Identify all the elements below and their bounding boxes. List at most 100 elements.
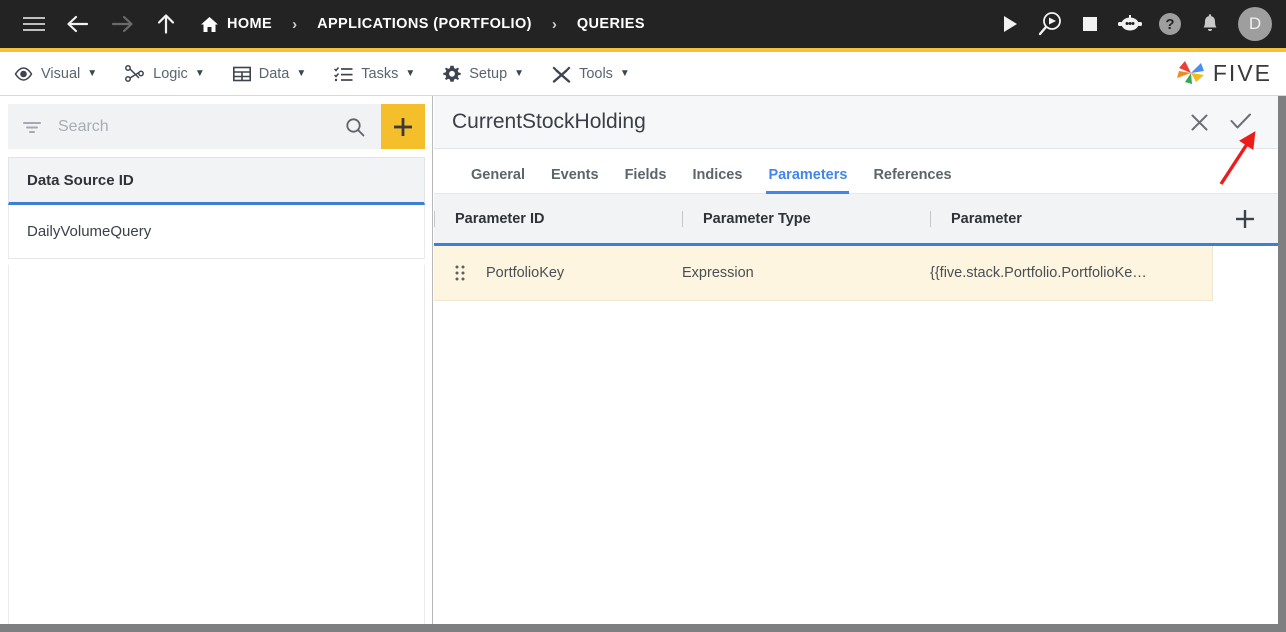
data-source-column-header[interactable]: Data Source ID: [8, 157, 425, 205]
tab-general[interactable]: General: [458, 167, 538, 193]
menu-label-tasks: Tasks: [361, 65, 399, 82]
home-icon: [200, 16, 219, 33]
play-icon[interactable]: [990, 0, 1030, 48]
row-tail-spacer: [1212, 245, 1278, 301]
table-row[interactable]: PortfolioKey Expression {{five.stack.Por…: [434, 245, 1278, 301]
tab-label-events: Events: [551, 167, 599, 183]
menu-label-setup: Setup: [469, 65, 508, 82]
data-source-table: Data Source ID DailyVolumeQuery: [8, 157, 425, 259]
menu-item-tools[interactable]: Tools ▼: [538, 52, 644, 96]
data-source-name: DailyVolumeQuery: [27, 223, 152, 240]
hamburger-menu-icon[interactable]: [12, 0, 56, 48]
tab-label-parameters: Parameters: [768, 167, 848, 183]
chevron-down-icon: ▼: [514, 68, 525, 79]
five-logo: FIVE: [1174, 59, 1272, 89]
five-pinwheel-icon: [1176, 60, 1204, 84]
robot-icon[interactable]: [1110, 0, 1150, 48]
breadcrumb-item-applications[interactable]: APPLICATIONS (PORTFOLIO): [317, 16, 532, 32]
breadcrumb-item-home[interactable]: HOME: [200, 16, 272, 33]
column-header-parameter[interactable]: Parameter: [930, 193, 1212, 245]
editor-header: CurrentStockHolding: [434, 96, 1278, 149]
search-box[interactable]: [8, 104, 381, 149]
filter-icon[interactable]: [22, 120, 42, 134]
horizontal-scrollbar[interactable]: [0, 624, 1286, 632]
drag-handle-icon[interactable]: [434, 264, 486, 282]
forward-arrow-icon[interactable]: [100, 0, 144, 48]
logic-flow-icon: [125, 65, 145, 82]
chevron-down-icon: ▼: [194, 68, 205, 79]
breadcrumb-label-home: HOME: [227, 16, 273, 32]
column-divider[interactable]: [434, 210, 435, 227]
sidebar-search-row: [8, 104, 425, 149]
list-item[interactable]: DailyVolumeQuery: [8, 205, 425, 259]
chevron-down-icon: ▼: [296, 68, 307, 79]
breadcrumb-item-queries[interactable]: QUERIES: [577, 16, 645, 32]
tools-wrench-screwdriver-icon: [552, 65, 571, 83]
table-grid-icon: [232, 66, 251, 82]
column-label-parameter: Parameter: [951, 210, 1022, 227]
add-parameter-button[interactable]: [1212, 193, 1278, 245]
tab-label-indices: Indices: [692, 167, 743, 183]
menu-item-visual[interactable]: Visual ▼: [0, 52, 111, 96]
help-button[interactable]: ?: [1150, 0, 1190, 48]
editor-tabs: General Events Fields Indices Parameters…: [434, 149, 1278, 194]
search-input[interactable]: [58, 117, 339, 136]
editor-header-actions: [1178, 101, 1278, 143]
menu-label-tools: Tools: [579, 65, 613, 82]
data-source-sidebar: Data Source ID DailyVolumeQuery Total Ro…: [0, 96, 433, 632]
tab-indices[interactable]: Indices: [679, 167, 755, 193]
column-divider[interactable]: [930, 210, 931, 227]
column-header-data-source-id: Data Source ID: [27, 171, 134, 189]
chevron-down-icon: ▼: [87, 68, 98, 79]
tab-label-general: General: [471, 167, 525, 183]
close-icon[interactable]: [1178, 101, 1220, 143]
menu-label-logic: Logic: [153, 65, 188, 82]
chevron-down-icon: ▼: [619, 68, 630, 79]
breadcrumb-separator: ›: [292, 15, 298, 33]
column-header-parameter-type[interactable]: Parameter Type: [682, 193, 930, 245]
tab-events[interactable]: Events: [538, 167, 612, 193]
column-divider[interactable]: [682, 210, 683, 227]
stop-square-icon[interactable]: [1070, 0, 1110, 48]
magnifier-icon[interactable]: [339, 117, 371, 137]
cell-parameter-id: PortfolioKey: [486, 265, 565, 281]
up-arrow-icon[interactable]: [144, 0, 188, 48]
cell-parameter-value: {{five.stack.Portfolio.PortfolioKe…: [930, 265, 1147, 281]
tab-references[interactable]: References: [860, 167, 964, 193]
menu-item-data[interactable]: Data ▼: [219, 52, 321, 96]
page-title: CurrentStockHolding: [452, 110, 646, 133]
application-menu-bar: Visual ▼ Logic ▼ Data ▼ Tasks ▼ Setup ▼ …: [0, 52, 1286, 96]
column-label-parameter-type: Parameter Type: [703, 210, 811, 227]
confirm-checkmark-button[interactable]: [1220, 101, 1262, 143]
parameters-table-header: Parameter ID Parameter Type Parameter: [434, 194, 1278, 246]
menu-item-tasks[interactable]: Tasks ▼: [320, 52, 429, 96]
cell-parameter-type: Expression: [682, 265, 754, 281]
top-bar-actions: ? D: [990, 0, 1286, 48]
eye-icon: [14, 66, 33, 81]
checklist-icon: [334, 66, 353, 82]
question-mark-icon: ?: [1159, 13, 1181, 35]
column-header-parameter-id[interactable]: Parameter ID: [434, 193, 682, 245]
menu-label-visual: Visual: [41, 65, 81, 82]
column-label-parameter-id: Parameter ID: [455, 210, 545, 227]
back-arrow-icon[interactable]: [56, 0, 100, 48]
data-source-empty-area: [8, 265, 425, 632]
debug-magnifier-play-icon[interactable]: [1030, 0, 1070, 48]
breadcrumb-label-applications: APPLICATIONS (PORTFOLIO): [317, 16, 532, 32]
add-data-source-button[interactable]: [381, 104, 425, 149]
breadcrumb-separator-2: ›: [551, 15, 557, 33]
breadcrumb-label-queries: QUERIES: [576, 16, 645, 32]
tab-label-references: References: [873, 167, 952, 183]
tab-parameters[interactable]: Parameters: [755, 167, 860, 194]
tab-label-fields: Fields: [624, 167, 667, 183]
tab-fields[interactable]: Fields: [612, 167, 680, 193]
menu-item-setup[interactable]: Setup ▼: [429, 52, 538, 96]
bell-icon[interactable]: [1190, 0, 1230, 48]
five-logo-text: FIVE: [1212, 60, 1272, 86]
chevron-down-icon: ▼: [405, 68, 416, 79]
user-avatar[interactable]: D: [1238, 7, 1272, 41]
menu-item-logic[interactable]: Logic ▼: [111, 52, 219, 96]
query-editor-panel: CurrentStockHolding General Events Field…: [434, 96, 1286, 632]
breadcrumb: HOME › APPLICATIONS (PORTFOLIO) › QUERIE…: [200, 16, 645, 33]
vertical-scrollbar[interactable]: [1278, 96, 1286, 624]
